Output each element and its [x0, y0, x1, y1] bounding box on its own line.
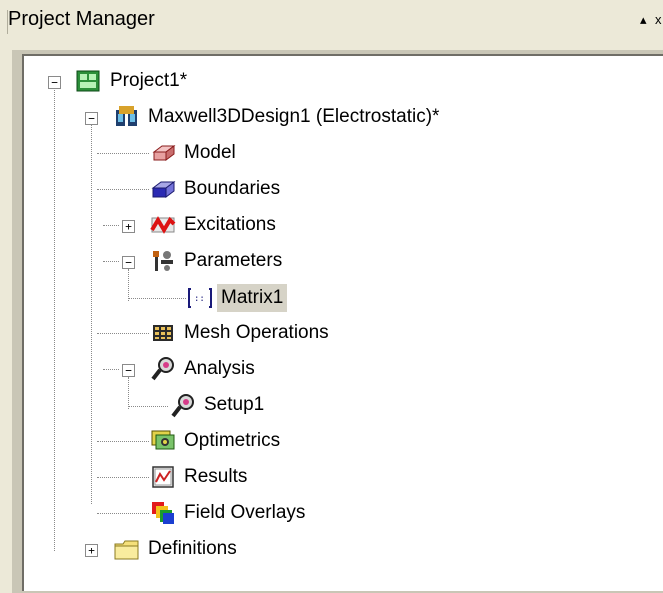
optimetrics-icon — [151, 430, 175, 450]
tree-item-label: Boundaries — [184, 178, 281, 199]
close-button[interactable]: x — [655, 12, 662, 27]
tree-item-label: Model — [184, 142, 236, 163]
boundaries-icon — [151, 181, 176, 198]
tree-item-label: Mesh Operations — [184, 322, 329, 343]
matrix-icon: :: — [188, 288, 212, 308]
tree-item-label: Optimetrics — [184, 430, 281, 451]
tree-item-field-overlays[interactable]: Field Overlays — [24, 498, 624, 532]
excitations-icon — [150, 216, 176, 234]
svg-text:::: :: — [194, 294, 205, 304]
results-icon — [152, 466, 174, 488]
maxwell-design-icon — [116, 106, 137, 126]
panel-header: Project Manager ▴ x — [0, 0, 663, 42]
folder-icon — [114, 540, 139, 560]
collapse-analysis-toggle[interactable]: − — [122, 364, 135, 377]
tree-item-label: Analysis — [184, 358, 255, 379]
tree-item-label: Definitions — [148, 538, 237, 559]
tree-item-label: Maxwell3DDesign1 (Electrostatic)* — [148, 106, 440, 127]
tree-item-label: Project1* — [110, 70, 188, 91]
tree-item-label: Setup1 — [204, 394, 265, 415]
tree-item-label: Matrix1 — [217, 284, 288, 312]
tree-item-label: Parameters — [184, 250, 283, 271]
tree-item-model[interactable]: Model — [24, 138, 624, 172]
tree-item-label: Results — [184, 466, 248, 487]
tree-item-setup1[interactable]: Setup1 — [24, 390, 624, 424]
tree-item-analysis[interactable]: − Analysis — [24, 354, 624, 388]
tree-item-design[interactable]: − Maxwell3DDesign1 (Electrostatic)* — [24, 102, 624, 136]
tree-item-results[interactable]: Results — [24, 462, 624, 496]
analysis-icon — [151, 357, 174, 381]
mesh-operations-icon — [153, 325, 173, 341]
model-icon — [152, 145, 176, 161]
setup-icon — [171, 394, 194, 418]
tree-item-label: Field Overlays — [184, 502, 306, 523]
tree-item-definitions[interactable]: + Definitions — [24, 534, 624, 568]
pin-button[interactable]: ▴ — [640, 12, 647, 28]
project-tree[interactable]: − Project1* − Maxwell3DDesign1 (Electros… — [22, 54, 663, 591]
collapse-design-toggle[interactable]: − — [85, 112, 98, 125]
tree-item-parameters[interactable]: − Parameters — [24, 246, 624, 280]
tree-item-boundaries[interactable]: Boundaries — [24, 174, 624, 208]
tree-item-label: Excitations — [184, 214, 276, 235]
expand-excitations-toggle[interactable]: + — [122, 220, 135, 233]
tree-item-excitations[interactable]: + Excitations — [24, 210, 624, 244]
field-overlays-icon — [152, 502, 174, 524]
panel-title: Project Manager — [8, 8, 155, 30]
collapse-project-toggle[interactable]: − — [48, 76, 61, 89]
expand-definitions-toggle[interactable]: + — [85, 544, 98, 557]
tree-item-optimetrics[interactable]: Optimetrics — [24, 426, 624, 460]
project-icon — [76, 70, 100, 92]
tree-item-project[interactable]: − Project1* — [24, 66, 624, 100]
tree-item-matrix1[interactable]: :: Matrix1 — [24, 282, 624, 316]
tree-item-mesh-operations[interactable]: Mesh Operations — [24, 318, 624, 352]
parameters-icon — [153, 251, 173, 271]
collapse-parameters-toggle[interactable]: − — [122, 256, 135, 269]
